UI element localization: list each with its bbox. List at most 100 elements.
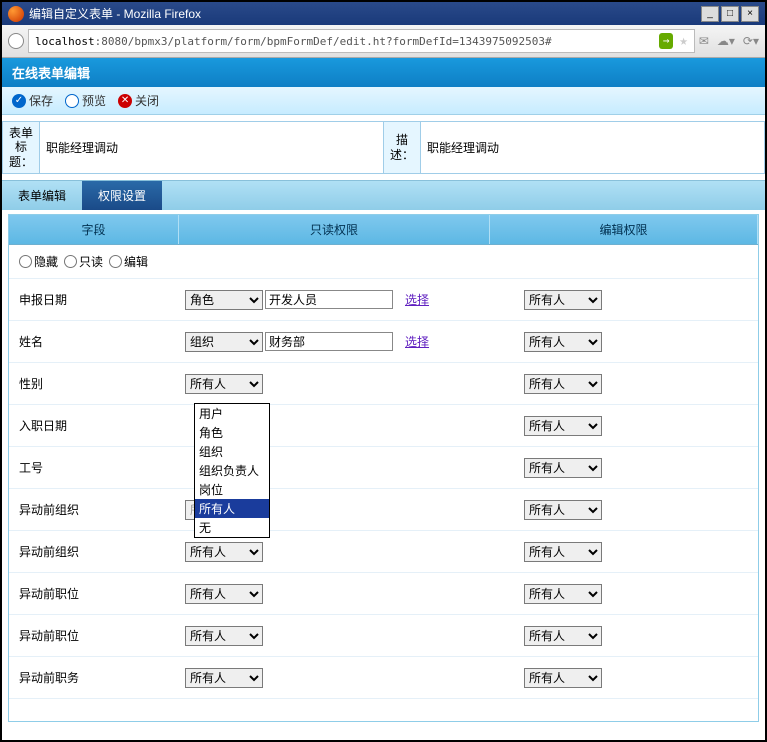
site-identity-icon[interactable] (8, 33, 24, 49)
edit-cell: 所有人 (506, 496, 758, 524)
go-icon[interactable]: → (659, 33, 674, 49)
form-title-label: 表单标题： (3, 122, 40, 174)
close-icon: ✕ (118, 94, 132, 108)
edit-cell: 所有人 (506, 328, 758, 356)
edit-cell: 所有人 (506, 454, 758, 482)
window-title: 编辑自定义表单 - Mozilla Firefox (29, 5, 201, 22)
save-button[interactable]: ✓保存 (12, 92, 53, 109)
bookmark-star-icon[interactable]: ★ (679, 33, 687, 49)
dropdown-option[interactable]: 组织负责人 (195, 461, 269, 480)
edit-perm-select[interactable]: 所有人 (524, 542, 602, 562)
select-link[interactable]: 选择 (405, 291, 429, 308)
col-readonly: 只读权限 (179, 215, 490, 244)
readonly-cell: 所有人 (179, 538, 506, 566)
dropdown-option[interactable]: 所有人 (195, 499, 269, 518)
readonly-cell: 所有人 (179, 622, 506, 650)
radio-row: 隐藏 只读 编辑 (9, 245, 758, 279)
minimize-button[interactable]: _ (701, 6, 719, 22)
permission-grid: 字段 只读权限 编辑权限 隐藏 只读 编辑 申报日期角色选择所有人姓名组织选择所… (8, 214, 759, 722)
url-host: localhost (35, 35, 95, 48)
close-button[interactable]: ✕关闭 (118, 92, 159, 109)
radio-edit[interactable]: 编辑 (109, 253, 148, 270)
dropdown-option[interactable]: 用户 (195, 404, 269, 423)
preview-icon (65, 94, 79, 108)
mail-icon[interactable]: ✉ (699, 34, 709, 48)
edit-perm-select[interactable]: 所有人 (524, 626, 602, 646)
url-path: :8080/bpmx3/platform/form/bpmFormDef/edi… (95, 35, 552, 48)
dropdown-option[interactable]: 岗位 (195, 480, 269, 499)
edit-cell: 所有人 (506, 580, 758, 608)
readonly-value-input[interactable] (265, 290, 393, 309)
form-title-input[interactable] (46, 138, 377, 158)
table-row: 工号 所有人 (9, 447, 758, 489)
grid-body[interactable]: 隐藏 只读 编辑 申报日期角色选择所有人姓名组织选择所有人性别所有人所有人入职日… (9, 245, 758, 721)
readonly-cell: 所有人 (179, 664, 506, 692)
field-label: 异动前职位 (9, 623, 179, 648)
edit-perm-select[interactable]: 所有人 (524, 332, 602, 352)
field-label: 异动前组织 (9, 539, 179, 564)
form-desc-label: 描述： (384, 122, 421, 174)
preview-button[interactable]: 预览 (65, 92, 106, 109)
tab-form-edit[interactable]: 表单编辑 (2, 181, 82, 210)
url-bar[interactable]: localhost :8080/bpmx3/platform/form/bpmF… (28, 29, 695, 53)
toolbar: ✓保存 预览 ✕关闭 (2, 87, 765, 115)
edit-cell: 所有人 (506, 370, 758, 398)
select-link[interactable]: 选择 (405, 333, 429, 350)
readonly-cell: 组织 选择 (179, 328, 506, 356)
edit-perm-select[interactable]: 所有人 (524, 500, 602, 520)
tab-permission[interactable]: 权限设置 (82, 181, 162, 210)
readonly-type-select[interactable]: 所有人 (185, 542, 263, 562)
edit-perm-select[interactable]: 所有人 (524, 374, 602, 394)
edit-cell: 所有人 (506, 664, 758, 692)
field-label: 性别 (9, 371, 179, 396)
edit-perm-select[interactable]: 所有人 (524, 416, 602, 436)
grid-header: 字段 只读权限 编辑权限 (9, 215, 758, 245)
window-controls: _ □ × (699, 6, 759, 22)
edit-cell: 所有人 (506, 538, 758, 566)
radio-readonly[interactable]: 只读 (64, 253, 103, 270)
weather-icon[interactable]: ☁▾ (717, 34, 735, 48)
edit-perm-select[interactable]: 所有人 (524, 290, 602, 310)
edit-cell: 所有人 (506, 412, 758, 440)
table-row: 异动前组织所有人所有人 (9, 531, 758, 573)
save-icon: ✓ (12, 94, 26, 108)
table-row: 申报日期角色 选择 所有人 (9, 279, 758, 321)
table-row: 姓名组织选择所有人 (9, 321, 758, 363)
field-label: 异动前组织 (9, 497, 179, 522)
edit-perm-select[interactable]: 所有人 (524, 584, 602, 604)
table-row: 异动前职务所有人所有人 (9, 657, 758, 699)
edit-perm-select[interactable]: 所有人 (524, 458, 602, 478)
readonly-type-select[interactable]: 所有人 (185, 374, 263, 394)
dropdown-option[interactable]: 角色 (195, 423, 269, 442)
table-row: 性别所有人所有人 (9, 363, 758, 405)
readonly-value-input[interactable] (265, 332, 393, 351)
col-field: 字段 (9, 215, 179, 244)
sync-icon[interactable]: ⟳▾ (743, 34, 759, 48)
field-label: 工号 (9, 455, 179, 480)
field-label: 异动前职务 (9, 665, 179, 690)
form-desc-input[interactable] (427, 138, 758, 158)
readonly-cell: 所有人 (179, 580, 506, 608)
field-label: 异动前职位 (9, 581, 179, 606)
table-row: 异动前职位所有人所有人 (9, 615, 758, 657)
table-row: 异动前职位所有人所有人 (9, 573, 758, 615)
tabs: 表单编辑 权限设置 (2, 180, 765, 210)
readonly-type-select[interactable]: 所有人 (185, 584, 263, 604)
dropdown-option[interactable]: 组织 (195, 442, 269, 461)
readonly-type-select[interactable]: 所有人 (185, 668, 263, 688)
close-window-button[interactable]: × (741, 6, 759, 22)
maximize-button[interactable]: □ (721, 6, 739, 22)
readonly-type-select[interactable]: 组织 (185, 332, 263, 352)
dropdown-list[interactable]: 用户角色组织组织负责人岗位所有人无 (194, 403, 270, 538)
edit-perm-select[interactable]: 所有人 (524, 668, 602, 688)
dropdown-option[interactable]: 无 (195, 518, 269, 537)
field-label: 申报日期 (9, 287, 179, 312)
edit-cell: 所有人 (506, 286, 758, 314)
table-row: 入职日期所有人 (9, 405, 758, 447)
titlebar: 编辑自定义表单 - Mozilla Firefox _ □ × (2, 2, 765, 25)
readonly-cell: 角色 选择 (179, 286, 506, 314)
radio-hide[interactable]: 隐藏 (19, 253, 58, 270)
readonly-type-select[interactable]: 角色 (185, 290, 263, 310)
readonly-type-select[interactable]: 所有人 (185, 626, 263, 646)
edit-cell: 所有人 (506, 622, 758, 650)
